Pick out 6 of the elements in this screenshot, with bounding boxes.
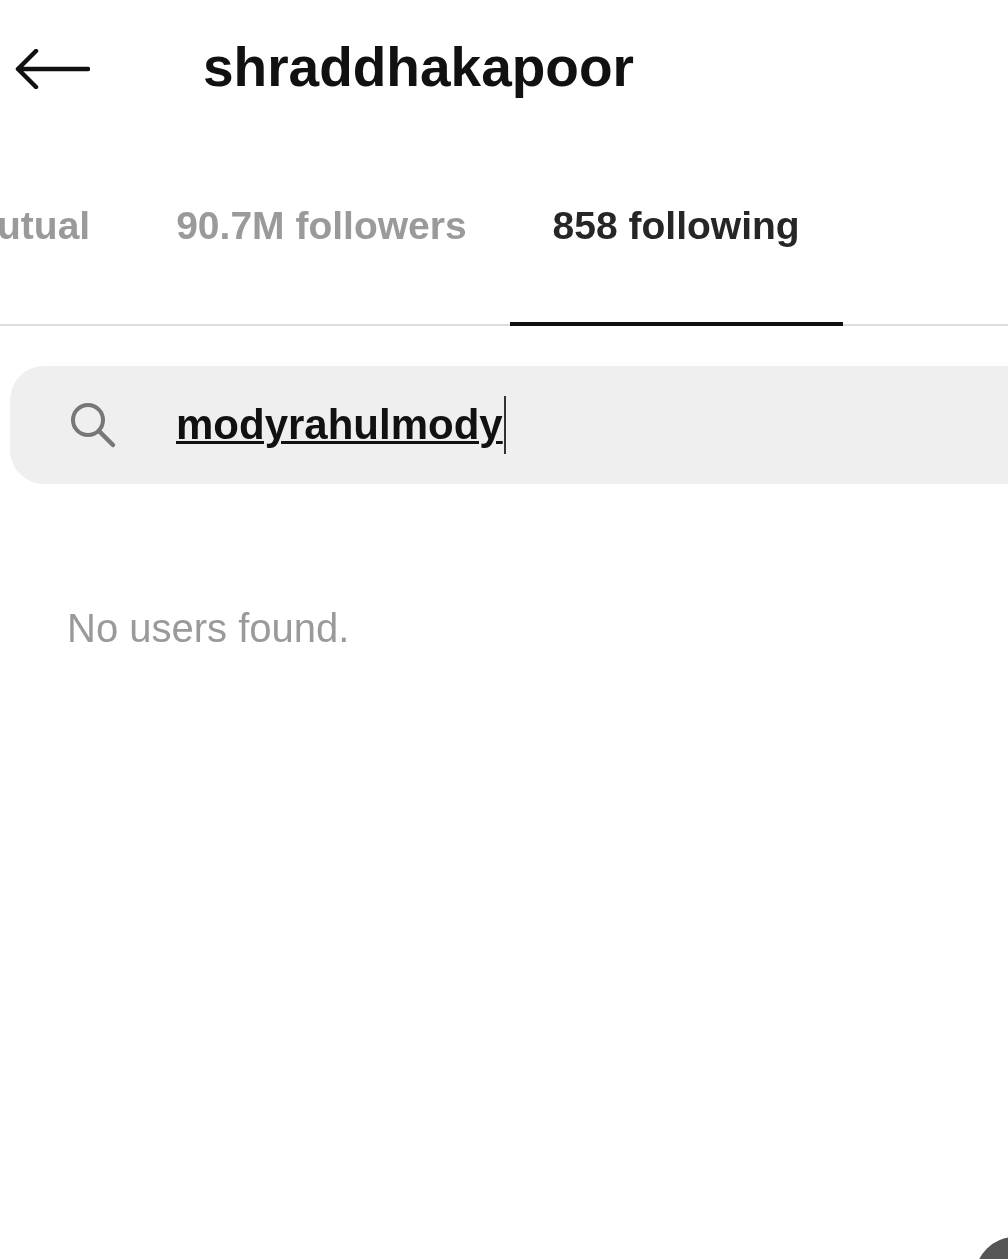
- search-icon: [68, 400, 118, 450]
- search-field[interactable]: modyrahulmody: [10, 366, 1008, 484]
- tab[interactable]: 858 following: [509, 130, 843, 326]
- username-title: shraddhakapoor: [203, 35, 634, 99]
- back-arrow-icon[interactable]: [14, 49, 90, 89]
- empty-message: No users found.: [67, 606, 351, 651]
